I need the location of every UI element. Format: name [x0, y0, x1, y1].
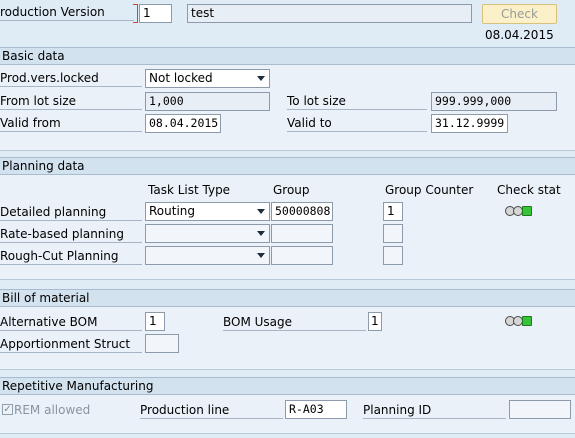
- rough-cut-planning-label: Rough-Cut Planning: [0, 248, 142, 265]
- apportionment-struct-field[interactable]: [145, 334, 179, 353]
- bom-usage-label: BOM Usage: [223, 314, 366, 331]
- apportionment-struct-label: Apportionment Struct: [0, 336, 142, 353]
- rem-allowed-checkbox[interactable]: ✓: [2, 404, 13, 415]
- detailed-planning-status-lights: [505, 206, 533, 216]
- status-light-green-icon: [522, 316, 532, 326]
- basic-data-section: Prod.vers.locked Not locked From lot siz…: [0, 65, 575, 151]
- repetitive-manufacturing-header: Repetitive Manufacturing: [0, 377, 575, 395]
- rate-based-planning-label: Rate-based planning: [0, 226, 142, 243]
- alternative-bom-label: Alternative BOM: [0, 314, 142, 331]
- valid-to-field[interactable]: 31.12.9999: [431, 114, 508, 133]
- valid-from-label: Valid from: [0, 115, 142, 132]
- bill-of-material-header: Bill of material: [0, 289, 575, 307]
- rate-based-group-counter-field[interactable]: [383, 224, 403, 243]
- col-check-stat: Check stat: [497, 183, 561, 197]
- production-line-label: Production line: [140, 402, 283, 419]
- detailed-planning-group-counter-field[interactable]: 1: [383, 202, 403, 221]
- production-version-field[interactable]: 1: [139, 4, 172, 23]
- alternative-bom-field[interactable]: 1: [145, 312, 165, 331]
- chevron-down-icon: [257, 253, 265, 258]
- bom-usage-field[interactable]: 1: [368, 312, 382, 331]
- prod-vers-locked-value: Not locked: [149, 71, 213, 85]
- valid-to-label: Valid to: [287, 115, 427, 132]
- bill-of-material-section: Alternative BOM 1 BOM Usage 1 Apportionm…: [0, 307, 575, 370]
- valid-from-field[interactable]: 08.04.2015: [145, 114, 221, 133]
- prod-vers-locked-label: Prod.vers.locked: [0, 70, 142, 87]
- production-version-label: roduction Version: [0, 4, 134, 21]
- rough-cut-group-counter-field[interactable]: [383, 246, 403, 265]
- rate-based-task-list-type-dropdown[interactable]: [145, 224, 270, 243]
- repetitive-manufacturing-section: ✓ REM allowed Production line R-A03 Plan…: [0, 395, 575, 434]
- from-lot-size-label: From lot size: [0, 93, 142, 110]
- detailed-planning-task-list-type-value: Routing: [149, 204, 196, 218]
- status-light-green-icon: [522, 206, 532, 216]
- header-date: 08.04.2015: [485, 28, 554, 42]
- detailed-planning-label: Detailed planning: [0, 204, 142, 221]
- planning-data-header: Planning data: [0, 157, 575, 175]
- bom-status-lights: [505, 316, 533, 326]
- rem-allowed-label: REM allowed: [14, 403, 91, 417]
- to-lot-size-field[interactable]: 999.999,000: [431, 92, 557, 111]
- description-field[interactable]: test: [187, 4, 472, 23]
- detailed-planning-task-list-type-dropdown[interactable]: Routing: [145, 202, 270, 221]
- rough-cut-task-list-type-dropdown[interactable]: [145, 246, 270, 265]
- col-task-list-type: Task List Type: [148, 183, 231, 197]
- detailed-planning-group-field[interactable]: 50000808: [271, 202, 333, 221]
- chevron-down-icon: [257, 231, 265, 236]
- basic-data-header: Basic data: [0, 47, 575, 65]
- production-line-field[interactable]: R-A03: [285, 400, 347, 419]
- rough-cut-group-field[interactable]: [271, 246, 333, 265]
- rate-based-group-field[interactable]: [271, 224, 333, 243]
- required-field-marker: [133, 4, 138, 23]
- planning-data-section: Task List Type Group Group Counter Check…: [0, 175, 575, 280]
- chevron-down-icon: [257, 209, 265, 214]
- col-group: Group: [273, 183, 310, 197]
- col-group-counter: Group Counter: [385, 183, 474, 197]
- chevron-down-icon: [257, 76, 265, 81]
- prod-vers-locked-dropdown[interactable]: Not locked: [145, 69, 270, 88]
- from-lot-size-field[interactable]: 1,000: [145, 92, 270, 111]
- planning-id-field[interactable]: [509, 400, 571, 419]
- check-button[interactable]: Check: [482, 4, 557, 24]
- planning-id-label: Planning ID: [363, 402, 506, 419]
- to-lot-size-label: To lot size: [287, 93, 427, 110]
